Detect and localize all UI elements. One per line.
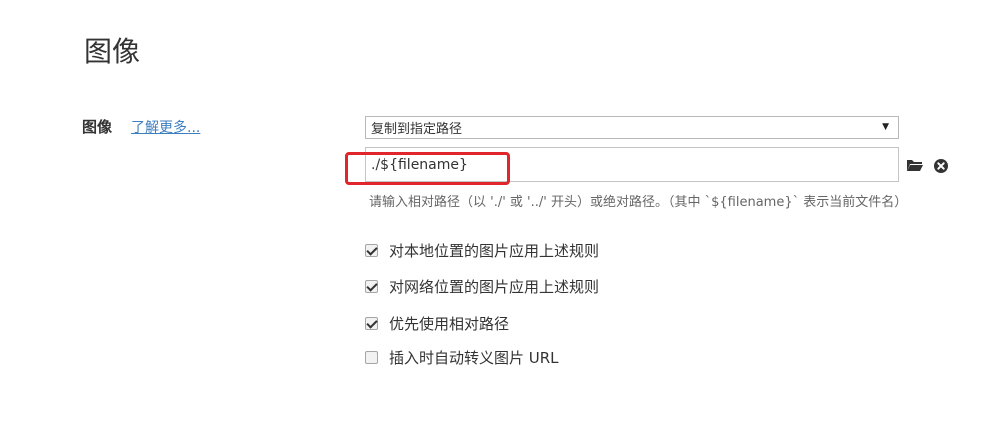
learn-more-link[interactable]: 了解更多...	[131, 117, 200, 137]
image-path-input[interactable]: ./${filename}	[365, 147, 899, 182]
checkbox[interactable]	[365, 280, 378, 293]
clear-circle-icon[interactable]	[934, 158, 948, 173]
option-label: 优先使用相对路径	[389, 315, 510, 333]
image-row-label: 图像	[82, 118, 113, 136]
option-label: 对网络位置的图片应用上述规则	[389, 278, 600, 296]
page-title: 图像	[84, 35, 141, 68]
path-hint-text: 请输入相对路径（以 './' 或 '../' 开头）或绝对路径。（其中 `${f…	[369, 195, 908, 210]
image-path-value: ./${filename}	[371, 156, 468, 173]
image-action-selected-value: 复制到指定路径	[371, 122, 463, 137]
option-prefer-relative[interactable]: 优先使用相对路径	[365, 313, 509, 334]
option-escape-url[interactable]: 插入时自动转义图片 URL	[365, 347, 559, 368]
option-apply-local[interactable]: 对本地位置的图片应用上述规则	[365, 240, 599, 261]
triangle-down-icon: ▼	[882, 122, 889, 132]
option-apply-network[interactable]: 对网络位置的图片应用上述规则	[365, 276, 599, 297]
image-action-select[interactable]: 复制到指定路径 ▼	[365, 116, 899, 139]
option-label: 对本地位置的图片应用上述规则	[389, 242, 600, 260]
checkbox[interactable]	[365, 317, 378, 330]
checkbox[interactable]	[365, 244, 378, 257]
checkbox[interactable]	[365, 351, 378, 364]
folder-icon[interactable]	[906, 157, 924, 173]
option-label: 插入时自动转义图片 URL	[389, 349, 559, 367]
